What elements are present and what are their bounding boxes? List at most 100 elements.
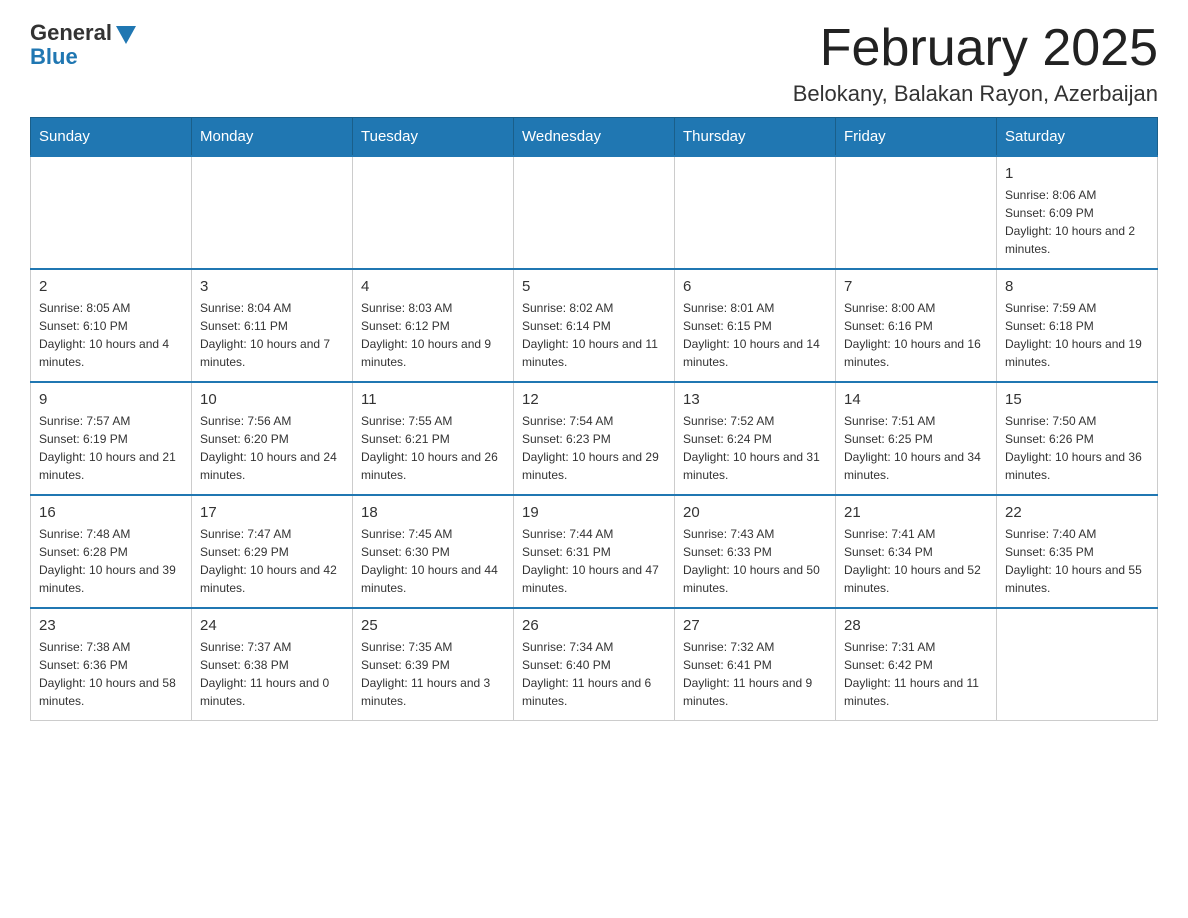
calendar-header-row: SundayMondayTuesdayWednesdayThursdayFrid…	[31, 118, 1158, 157]
calendar-day-cell: 5 Sunrise: 8:02 AM Sunset: 6:14 PM Daylig…	[514, 269, 675, 382]
day-number: 1	[1005, 165, 1149, 182]
day-info: Sunrise: 7:47 AM Sunset: 6:29 PM Dayligh…	[200, 525, 344, 597]
day-info: Sunrise: 7:41 AM Sunset: 6:34 PM Dayligh…	[844, 525, 988, 597]
day-info: Sunrise: 7:38 AM Sunset: 6:36 PM Dayligh…	[39, 638, 183, 710]
calendar-day-cell: 26Sunrise: 7:34 AM Sunset: 6:40 PM Dayli…	[514, 608, 675, 721]
day-number: 26	[522, 617, 666, 634]
calendar-day-cell: 3 Sunrise: 8:04 AM Sunset: 6:11 PM Daylig…	[192, 269, 353, 382]
day-number: 10	[200, 391, 344, 408]
calendar-week-row: 2 Sunrise: 8:05 AM Sunset: 6:10 PM Daylig…	[31, 269, 1158, 382]
day-info: Sunrise: 8:02 AM Sunset: 6:14 PM Dayligh…	[522, 299, 666, 371]
day-number: 4	[361, 278, 505, 295]
day-number: 3	[200, 278, 344, 295]
day-number: 21	[844, 504, 988, 521]
month-title: February 2025	[793, 20, 1158, 77]
calendar-day-cell: 6 Sunrise: 8:01 AM Sunset: 6:15 PM Daylig…	[675, 269, 836, 382]
calendar-day-cell: 10 Sunrise: 7:56 AM Sunset: 6:20 PM Dayli…	[192, 382, 353, 495]
calendar-day-cell: 18 Sunrise: 7:45 AM Sunset: 6:30 PM Dayli…	[353, 495, 514, 608]
logo-blue-text: Blue	[30, 44, 78, 70]
day-number: 23	[39, 617, 183, 634]
day-of-week-header: Friday	[836, 118, 997, 157]
calendar-day-cell	[353, 156, 514, 269]
day-number: 9	[39, 391, 183, 408]
day-number: 8	[1005, 278, 1149, 295]
day-info: Sunrise: 7:56 AM Sunset: 6:20 PM Dayligh…	[200, 412, 344, 484]
day-info: Sunrise: 8:05 AM Sunset: 6:10 PM Dayligh…	[39, 299, 183, 371]
calendar-day-cell: 13 Sunrise: 7:52 AM Sunset: 6:24 PM Dayli…	[675, 382, 836, 495]
calendar-day-cell: 14 Sunrise: 7:51 AM Sunset: 6:25 PM Dayli…	[836, 382, 997, 495]
calendar-day-cell: 22Sunrise: 7:40 AM Sunset: 6:35 PM Dayli…	[997, 495, 1158, 608]
day-info: Sunrise: 7:59 AM Sunset: 6:18 PM Dayligh…	[1005, 299, 1149, 371]
day-number: 6	[683, 278, 827, 295]
day-info: Sunrise: 7:54 AM Sunset: 6:23 PM Dayligh…	[522, 412, 666, 484]
calendar-day-cell: 24Sunrise: 7:37 AM Sunset: 6:38 PM Dayli…	[192, 608, 353, 721]
calendar-day-cell: 12 Sunrise: 7:54 AM Sunset: 6:23 PM Dayli…	[514, 382, 675, 495]
day-number: 22	[1005, 504, 1149, 521]
day-number: 14	[844, 391, 988, 408]
day-of-week-header: Monday	[192, 118, 353, 157]
calendar-day-cell	[192, 156, 353, 269]
day-number: 27	[683, 617, 827, 634]
calendar-day-cell: 17 Sunrise: 7:47 AM Sunset: 6:29 PM Dayli…	[192, 495, 353, 608]
day-of-week-header: Tuesday	[353, 118, 514, 157]
logo-general-text: General	[30, 20, 112, 46]
day-number: 15	[1005, 391, 1149, 408]
calendar-day-cell	[997, 608, 1158, 721]
title-section: February 2025 Belokany, Balakan Rayon, A…	[793, 20, 1158, 107]
calendar-day-cell: 15Sunrise: 7:50 AM Sunset: 6:26 PM Dayli…	[997, 382, 1158, 495]
calendar-day-cell	[675, 156, 836, 269]
calendar-day-cell: 16 Sunrise: 7:48 AM Sunset: 6:28 PM Dayli…	[31, 495, 192, 608]
calendar-day-cell	[836, 156, 997, 269]
day-of-week-header: Sunday	[31, 118, 192, 157]
calendar-day-cell: 27 Sunrise: 7:32 AM Sunset: 6:41 PM Dayli…	[675, 608, 836, 721]
calendar-day-cell: 23 Sunrise: 7:38 AM Sunset: 6:36 PM Dayli…	[31, 608, 192, 721]
calendar-week-row: 16 Sunrise: 7:48 AM Sunset: 6:28 PM Dayli…	[31, 495, 1158, 608]
calendar-day-cell	[514, 156, 675, 269]
day-number: 5	[522, 278, 666, 295]
day-number: 20	[683, 504, 827, 521]
day-number: 19	[522, 504, 666, 521]
calendar-day-cell: 1 Sunrise: 8:06 AM Sunset: 6:09 PM Daylig…	[997, 156, 1158, 269]
day-info: Sunrise: 7:51 AM Sunset: 6:25 PM Dayligh…	[844, 412, 988, 484]
calendar-day-cell: 7Sunrise: 8:00 AM Sunset: 6:16 PM Daylig…	[836, 269, 997, 382]
day-info: Sunrise: 8:00 AM Sunset: 6:16 PM Dayligh…	[844, 299, 988, 371]
day-number: 2	[39, 278, 183, 295]
calendar-day-cell: 4Sunrise: 8:03 AM Sunset: 6:12 PM Daylig…	[353, 269, 514, 382]
calendar-day-cell: 2 Sunrise: 8:05 AM Sunset: 6:10 PM Daylig…	[31, 269, 192, 382]
day-number: 24	[200, 617, 344, 634]
day-number: 18	[361, 504, 505, 521]
day-info: Sunrise: 7:45 AM Sunset: 6:30 PM Dayligh…	[361, 525, 505, 597]
day-number: 17	[200, 504, 344, 521]
day-of-week-header: Saturday	[997, 118, 1158, 157]
day-info: Sunrise: 7:52 AM Sunset: 6:24 PM Dayligh…	[683, 412, 827, 484]
day-number: 16	[39, 504, 183, 521]
day-info: Sunrise: 7:48 AM Sunset: 6:28 PM Dayligh…	[39, 525, 183, 597]
calendar-day-cell: 19 Sunrise: 7:44 AM Sunset: 6:31 PM Dayli…	[514, 495, 675, 608]
location-title: Belokany, Balakan Rayon, Azerbaijan	[793, 81, 1158, 107]
day-number: 13	[683, 391, 827, 408]
day-info: Sunrise: 8:04 AM Sunset: 6:11 PM Dayligh…	[200, 299, 344, 371]
calendar-table: SundayMondayTuesdayWednesdayThursdayFrid…	[30, 117, 1158, 721]
day-info: Sunrise: 7:57 AM Sunset: 6:19 PM Dayligh…	[39, 412, 183, 484]
calendar-day-cell	[31, 156, 192, 269]
day-of-week-header: Thursday	[675, 118, 836, 157]
day-info: Sunrise: 7:32 AM Sunset: 6:41 PM Dayligh…	[683, 638, 827, 710]
day-number: 11	[361, 391, 505, 408]
day-info: Sunrise: 8:01 AM Sunset: 6:15 PM Dayligh…	[683, 299, 827, 371]
calendar-day-cell: 8 Sunrise: 7:59 AM Sunset: 6:18 PM Daylig…	[997, 269, 1158, 382]
day-of-week-header: Wednesday	[514, 118, 675, 157]
calendar-day-cell: 28Sunrise: 7:31 AM Sunset: 6:42 PM Dayli…	[836, 608, 997, 721]
page-header: General Blue February 2025 Belokany, Bal…	[30, 20, 1158, 107]
day-info: Sunrise: 7:55 AM Sunset: 6:21 PM Dayligh…	[361, 412, 505, 484]
day-info: Sunrise: 8:06 AM Sunset: 6:09 PM Dayligh…	[1005, 186, 1149, 258]
day-number: 12	[522, 391, 666, 408]
calendar-week-row: 1 Sunrise: 8:06 AM Sunset: 6:09 PM Daylig…	[31, 156, 1158, 269]
calendar-day-cell: 25Sunrise: 7:35 AM Sunset: 6:39 PM Dayli…	[353, 608, 514, 721]
calendar-week-row: 23 Sunrise: 7:38 AM Sunset: 6:36 PM Dayli…	[31, 608, 1158, 721]
logo: General Blue	[30, 20, 136, 70]
calendar-week-row: 9 Sunrise: 7:57 AM Sunset: 6:19 PM Daylig…	[31, 382, 1158, 495]
day-info: Sunrise: 7:44 AM Sunset: 6:31 PM Dayligh…	[522, 525, 666, 597]
day-info: Sunrise: 7:35 AM Sunset: 6:39 PM Dayligh…	[361, 638, 505, 710]
calendar-day-cell: 21 Sunrise: 7:41 AM Sunset: 6:34 PM Dayli…	[836, 495, 997, 608]
day-info: Sunrise: 7:43 AM Sunset: 6:33 PM Dayligh…	[683, 525, 827, 597]
